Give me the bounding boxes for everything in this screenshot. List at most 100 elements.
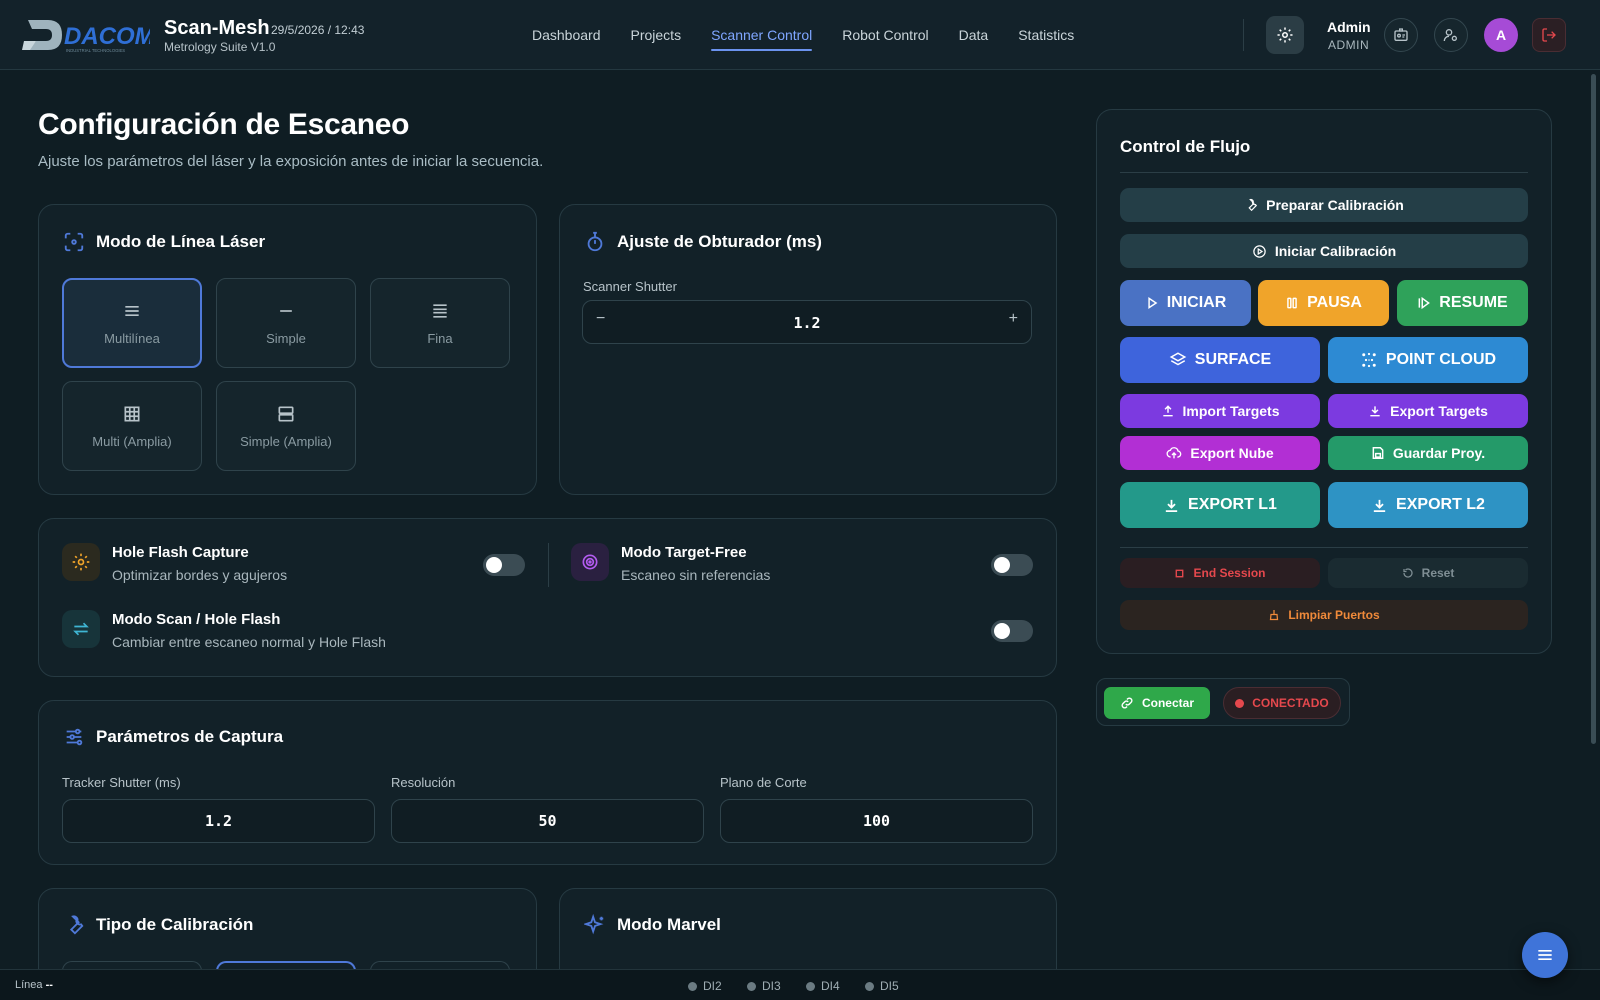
swap-arrows-icon (73, 622, 89, 636)
hole-flash-toggle[interactable] (483, 554, 525, 576)
surface-label: SURFACE (1194, 351, 1272, 368)
tracker-shutter-input[interactable]: 1.2 (62, 799, 375, 843)
logout-icon (1542, 28, 1556, 42)
export-l1-label: EXPORT L1 (1188, 496, 1277, 513)
play-circle-icon (1253, 244, 1266, 258)
app-title: Scan-Mesh (164, 17, 270, 39)
flow-control-card: Control de Flujo Preparar Calibración In… (1096, 109, 1552, 654)
end-session-button[interactable]: End Session (1120, 558, 1320, 588)
di-label: DI5 (880, 979, 899, 993)
iniciar-button[interactable]: INICIAR (1120, 280, 1251, 326)
connection-status-badge: CONECTADO (1223, 687, 1341, 719)
resolution-input[interactable]: 50 (391, 799, 704, 843)
layers-icon (1169, 352, 1187, 366)
reset-icon (1403, 568, 1413, 578)
export-l1-button[interactable]: EXPORT L1 (1120, 482, 1320, 528)
reset-button[interactable]: Reset (1328, 558, 1528, 588)
cut-plane-input[interactable]: 100 (720, 799, 1033, 843)
menu-fab-button[interactable] (1522, 932, 1568, 978)
logout-button[interactable] (1532, 18, 1566, 52)
options-divider (548, 543, 549, 587)
scanner-shutter-stepper[interactable]: − 1.2 + (582, 300, 1032, 344)
export-nube-button[interactable]: Export Nube (1120, 436, 1320, 470)
increment-button[interactable]: + (1009, 310, 1018, 328)
status-footer: Línea -- DI2 DI3 DI4 DI5 (0, 969, 1600, 1000)
nav-statistics[interactable]: Statistics (1018, 19, 1074, 51)
page-subtitle: Ajuste los parámetros del láser y la exp… (38, 153, 544, 170)
upload-icon (1162, 405, 1173, 417)
laser-mode-label: Multi (Amplia) (92, 433, 172, 449)
laser-mode-label: Multilínea (104, 330, 160, 346)
di-label: DI3 (762, 979, 781, 993)
laser-mode-fina[interactable]: Fina (370, 278, 510, 368)
scan-hole-desc: Cambiar entre escaneo normal y Hole Flas… (112, 634, 386, 650)
start-calibration-button[interactable]: Iniciar Calibración (1120, 234, 1528, 268)
nav-projects[interactable]: Projects (631, 19, 682, 51)
pausa-button[interactable]: PAUSA (1258, 280, 1389, 326)
laser-mode-simple[interactable]: Simple (216, 278, 356, 368)
stop-icon (1176, 569, 1184, 577)
di-dot (747, 981, 756, 991)
grid-icon (124, 406, 140, 421)
nav-data[interactable]: Data (959, 19, 989, 51)
point-cloud-button[interactable]: POINT CLOUD (1328, 337, 1528, 383)
hole-flash-desc: Optimizar bordes y agujeros (112, 567, 288, 583)
laser-mode-multi-amplia[interactable]: Multi (Amplia) (62, 381, 202, 471)
status-dot (1235, 698, 1245, 708)
download-icon (1373, 499, 1386, 512)
wrench-icon (1248, 198, 1258, 212)
id-card-button[interactable] (1384, 18, 1418, 52)
hole-flash-icon-box (62, 543, 100, 581)
resume-icon (1418, 296, 1431, 310)
scanner-shutter-value[interactable]: 1.2 (583, 314, 1031, 332)
toggle-knob (486, 557, 502, 573)
di-label: DI4 (821, 979, 840, 993)
flow-divider (1120, 172, 1528, 173)
nav-scanner-control[interactable]: Scanner Control (711, 19, 813, 51)
import-targets-button[interactable]: Import Targets (1120, 394, 1320, 428)
sliders-icon (66, 728, 83, 746)
nav-robot-control[interactable]: Robot Control (842, 19, 928, 51)
surface-button[interactable]: SURFACE (1120, 337, 1320, 383)
svg-text:INDUSTRIAL TECHNOLOGIES: INDUSTRIAL TECHNOLOGIES (66, 48, 125, 53)
dacom-logo[interactable]: DACOM INDUSTRIAL TECHNOLOGIES (22, 14, 150, 56)
export-targets-button[interactable]: Export Targets (1328, 394, 1528, 428)
save-project-button[interactable]: Guardar Proy. (1328, 436, 1528, 470)
laser-mode-label: Fina (427, 330, 453, 346)
connect-button[interactable]: Conectar (1104, 687, 1210, 719)
save-project-label: Guardar Proy. (1392, 445, 1486, 461)
cut-plane-label: Plano de Corte (720, 775, 807, 790)
clean-ports-button[interactable]: Limpiar Puertos (1120, 600, 1528, 630)
download-icon (1370, 406, 1380, 417)
iniciar-label: INICIAR (1166, 294, 1227, 311)
laser-mode-label: Simple (Amplia) (240, 433, 332, 449)
laser-mode-simple-amplia[interactable]: Simple (Amplia) (216, 381, 356, 471)
wrench-icon (69, 915, 84, 935)
capture-options-card: Hole Flash Capture Optimizar bordes y ag… (38, 518, 1057, 677)
laser-mode-multilinea[interactable]: Multilínea (62, 278, 202, 368)
page-scrollbar[interactable] (1591, 74, 1596, 744)
nav-dashboard[interactable]: Dashboard (532, 19, 601, 51)
resume-button[interactable]: RESUME (1397, 280, 1528, 326)
di-dot (806, 981, 815, 991)
hole-flash-title: Hole Flash Capture (112, 544, 249, 561)
export-l2-button[interactable]: EXPORT L2 (1328, 482, 1528, 528)
end-session-label: End Session (1193, 566, 1266, 580)
connection-status-label: CONECTADO (1252, 696, 1329, 710)
pause-icon (1287, 297, 1297, 309)
toggle-knob (994, 557, 1010, 573)
line-value: -- (45, 979, 53, 991)
scan-hole-toggle[interactable] (991, 620, 1033, 642)
settings-button[interactable] (1266, 16, 1304, 54)
target-free-toggle[interactable] (991, 554, 1033, 576)
id-card-icon (1394, 28, 1408, 41)
stopwatch-icon (587, 231, 603, 252)
avatar[interactable]: A (1484, 18, 1518, 52)
user-name: Admin (1327, 19, 1371, 35)
user-settings-button[interactable] (1434, 18, 1468, 52)
di-indicator: DI2 (688, 979, 722, 993)
point-cloud-label: POINT CLOUD (1385, 351, 1497, 368)
scan-hole-icon-box (62, 610, 100, 648)
prepare-calibration-button[interactable]: Preparar Calibración (1120, 188, 1528, 222)
target-icon (582, 554, 598, 570)
